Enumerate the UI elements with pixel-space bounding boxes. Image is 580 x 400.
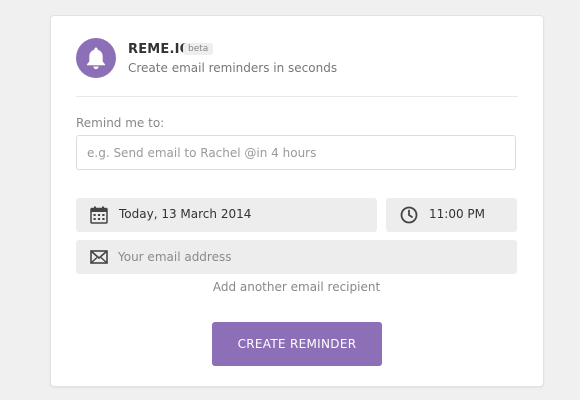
remind-input[interactable] (76, 135, 516, 170)
date-picker[interactable]: Today, 13 March 2014 (76, 198, 377, 232)
beta-badge: beta (183, 43, 214, 55)
envelope-icon (90, 250, 108, 264)
add-recipient-link[interactable]: Add another email recipient (76, 280, 517, 294)
app-name: REME.IO (128, 42, 191, 57)
remind-label: Remind me to: (76, 116, 165, 130)
email-field-container (76, 240, 517, 274)
app-logo (76, 38, 116, 78)
clock-icon (400, 206, 418, 224)
create-reminder-button[interactable]: CREATE REMINDER (212, 322, 382, 366)
app-tagline: Create email reminders in seconds (128, 61, 338, 75)
time-value: 11:00 PM (429, 207, 485, 221)
calendar-icon (90, 206, 108, 224)
reminder-card: REME.IO beta Create email reminders in s… (50, 15, 544, 387)
date-value: Today, 13 March 2014 (119, 207, 252, 221)
email-input[interactable] (118, 240, 498, 274)
bell-icon (87, 47, 105, 70)
time-picker[interactable]: 11:00 PM (386, 198, 517, 232)
card-header: REME.IO beta Create email reminders in s… (76, 38, 518, 97)
